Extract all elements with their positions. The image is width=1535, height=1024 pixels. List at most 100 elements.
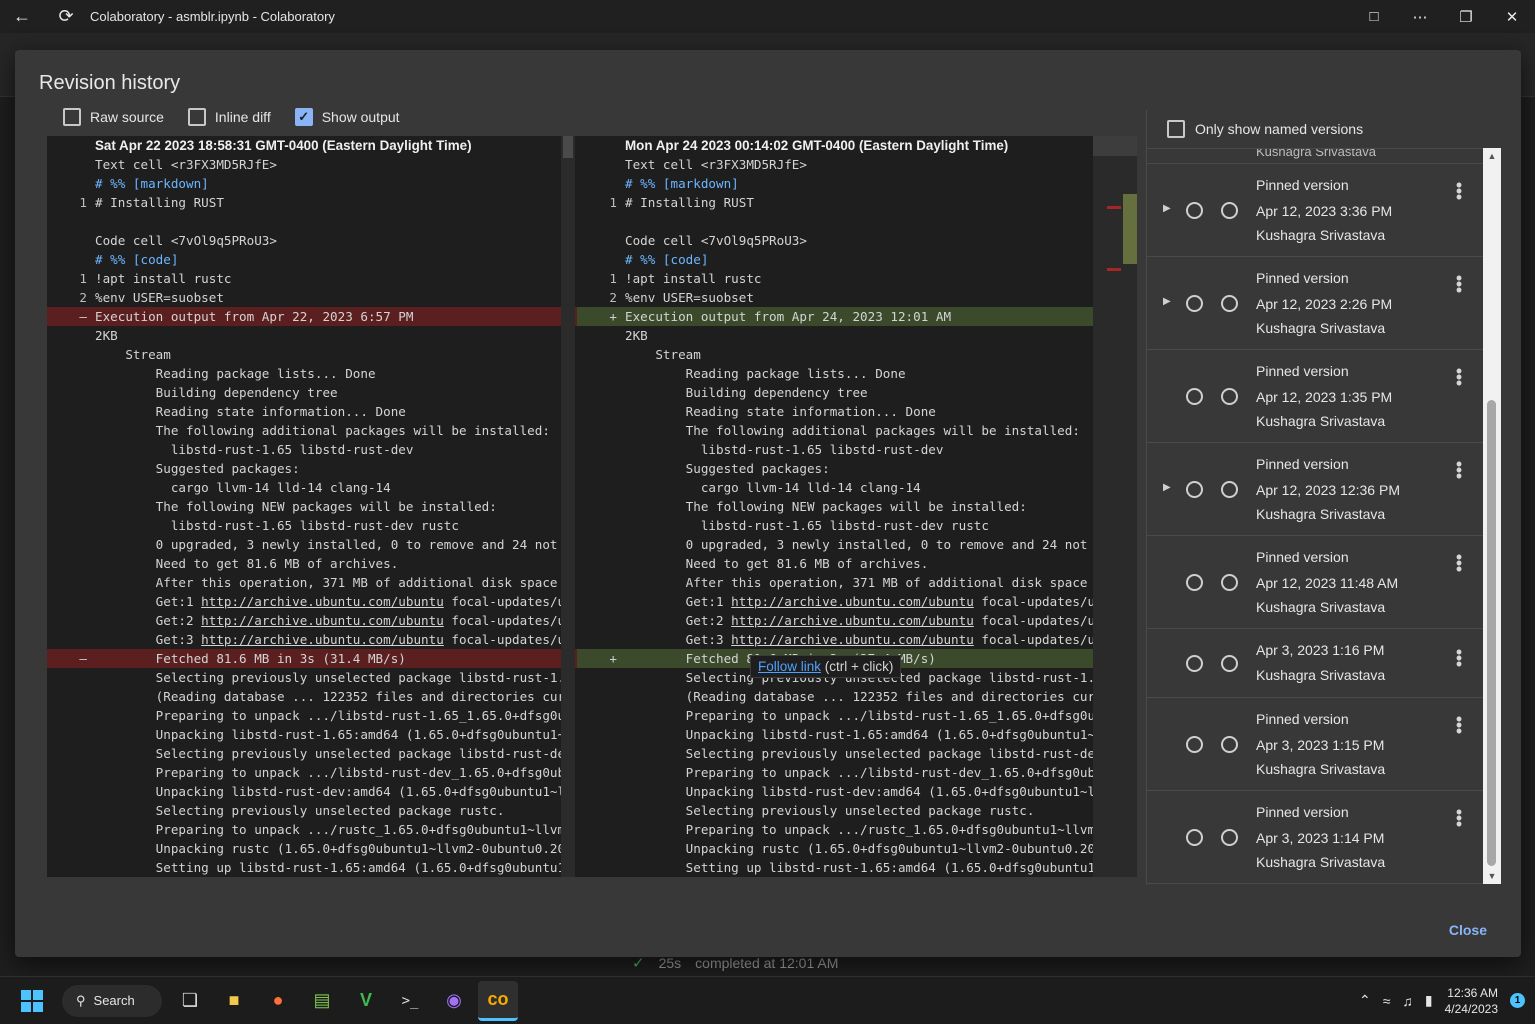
inline-diff-checkbox[interactable]	[187, 108, 206, 126]
version-item[interactable]: Pinned version Apr 3, 2023 1:15 PM Kushagr…	[1147, 698, 1483, 791]
inline-diff-option[interactable]: Inline diff	[187, 108, 271, 126]
compare-radio-b[interactable]	[1221, 388, 1238, 405]
version-item[interactable]: Pinned version Apr 12, 2023 1:35 PM Kushag…	[1147, 350, 1483, 443]
expand-arrow-icon[interactable]: ▶	[1163, 296, 1171, 307]
battery-icon[interactable]: ▮	[1425, 992, 1433, 1009]
taskbar-search[interactable]: ⚲ Search	[62, 984, 162, 1017]
left-diff-pane[interactable]: Sat Apr 22 2023 18:58:31 GMT-0400 (Easte…	[47, 136, 577, 877]
version-item[interactable]: ▶ Pinned version Apr 12, 2023 3:36 PM Kusha…	[1147, 164, 1483, 257]
compare-radio-a[interactable]	[1186, 388, 1203, 405]
versions-scroll-thumb[interactable]	[1487, 400, 1496, 866]
line-text: cargo llvm-14 lld-14 clang-14	[625, 480, 921, 495]
diff-line: Reading state information... Done	[47, 402, 577, 421]
compare-radio-a[interactable]	[1186, 481, 1203, 498]
show-output-option[interactable]: ✓ Show output	[294, 108, 400, 126]
more-vert-icon[interactable]: • • •	[1453, 643, 1465, 673]
version-item[interactable]: Pinned version Apr 3, 2023 1:14 PM Kushagr…	[1147, 791, 1483, 884]
more-vert-icon[interactable]: • • •	[1453, 455, 1465, 485]
version-item[interactable]: ▶ Pinned version Apr 12, 2023 2:26 PM Kusha…	[1147, 257, 1483, 350]
window-title: Colaboratory - asmblr.ipynb - Colaborato…	[90, 9, 335, 24]
close-button[interactable]: Close	[1449, 922, 1487, 938]
more-vert-icon[interactable]: • • •	[1453, 548, 1465, 578]
scroll-up-icon[interactable]: ▲	[1483, 151, 1501, 161]
refresh-icon[interactable]: ⟳	[44, 0, 88, 33]
github-icon[interactable]: ◉	[434, 981, 474, 1021]
task-view-icon[interactable]: ❏	[170, 981, 210, 1021]
archive-link[interactable]: http://archive.ubuntu.com/ubuntu	[201, 613, 444, 628]
vim-icon[interactable]: V	[346, 981, 386, 1021]
version-item[interactable]: Apr 3, 2023 1:16 PM Kushagra Srivastava • •…	[1147, 629, 1483, 698]
compare-radio-b[interactable]	[1221, 829, 1238, 846]
only-named-checkbox[interactable]	[1167, 120, 1185, 138]
wifi-icon[interactable]: ≈	[1383, 993, 1391, 1009]
compare-radio-a[interactable]	[1186, 829, 1203, 846]
line-text: Get:1 http://archive.ubuntu.com/ubuntu f…	[95, 594, 573, 609]
raw-source-checkbox[interactable]	[63, 108, 81, 126]
compare-radio-a[interactable]	[1186, 574, 1203, 591]
diff-line: (Reading database ... 122352 files and d…	[47, 687, 577, 706]
compare-radio-b[interactable]	[1221, 574, 1238, 591]
compare-radio-a[interactable]	[1186, 655, 1203, 672]
follow-link[interactable]: Follow link	[758, 659, 821, 674]
diff-line: Setting up libstd-rust-1.65:amd64 (1.65.…	[577, 858, 1107, 877]
archive-link[interactable]: http://archive.ubuntu.com/ubuntu	[731, 632, 974, 647]
more-icon[interactable]: ⋯	[1397, 0, 1443, 33]
more-vert-icon[interactable]: • • •	[1453, 176, 1465, 206]
compare-radio-a[interactable]	[1186, 736, 1203, 753]
more-vert-icon[interactable]: • • •	[1453, 362, 1465, 392]
compare-radio-a[interactable]	[1186, 202, 1203, 219]
diff-overview-ruler[interactable]	[1093, 136, 1137, 877]
more-vert-icon[interactable]: • • •	[1453, 803, 1465, 833]
more-vert-icon[interactable]: • • •	[1453, 710, 1465, 740]
terminal-icon[interactable]: >_	[390, 981, 430, 1021]
diff-line: After this operation, 371 MB of addition…	[577, 573, 1107, 592]
versions-list[interactable]: Kushagra Srivastava ▶ Pinned version Apr 1…	[1147, 148, 1483, 884]
close-icon[interactable]: ✕	[1489, 0, 1535, 33]
compare-radio-b[interactable]	[1221, 736, 1238, 753]
version-item-partial[interactable]: Kushagra Srivastava	[1147, 149, 1483, 164]
notification-badge[interactable]: 1	[1510, 993, 1525, 1008]
left-pane-scrollbar[interactable]	[561, 136, 575, 877]
more-vert-icon[interactable]: • • •	[1453, 269, 1465, 299]
scroll-down-icon[interactable]: ▼	[1483, 871, 1501, 881]
version-item[interactable]: ▶ Pinned version Apr 12, 2023 12:36 PM Kush…	[1147, 443, 1483, 536]
notepad-icon[interactable]: ▤	[302, 981, 342, 1021]
version-item[interactable]: Pinned version Apr 12, 2023 11:48 AM Kusha…	[1147, 536, 1483, 629]
compare-radio-b[interactable]	[1221, 202, 1238, 219]
clock[interactable]: 12:36 AM 4/24/2023	[1445, 985, 1498, 1017]
compare-radio-b[interactable]	[1221, 295, 1238, 312]
colab-icon[interactable]: co	[478, 980, 518, 1021]
show-output-checkbox[interactable]: ✓	[294, 108, 313, 126]
line-text: 0 upgraded, 3 newly installed, 0 to remo…	[625, 537, 1103, 552]
archive-link[interactable]: http://archive.ubuntu.com/ubuntu	[731, 594, 974, 609]
volume-icon[interactable]: ♫	[1402, 993, 1413, 1009]
file-explorer-icon[interactable]: ■	[214, 981, 254, 1021]
diff-line	[577, 212, 1107, 231]
compare-radio-b[interactable]	[1221, 655, 1238, 672]
line-text: # %% [markdown]	[625, 176, 739, 191]
archive-link[interactable]: http://archive.ubuntu.com/ubuntu	[201, 594, 444, 609]
line-gutter: 1	[79, 271, 87, 286]
expand-arrow-icon[interactable]: ▶	[1163, 482, 1171, 493]
chevron-up-icon[interactable]: ⌃	[1359, 992, 1371, 1009]
raw-source-option[interactable]: Raw source	[63, 108, 164, 126]
left-scroll-thumb[interactable]	[563, 136, 573, 158]
version-date: Apr 3, 2023 1:15 PM	[1256, 737, 1385, 753]
firefox-icon[interactable]: ●	[258, 981, 298, 1021]
archive-link[interactable]: http://archive.ubuntu.com/ubuntu	[201, 632, 444, 647]
right-diff-pane[interactable]: Mon Apr 24 2023 00:14:02 GMT-0400 (Easte…	[577, 136, 1107, 877]
status-duration: 25s	[658, 955, 682, 971]
line-text: libstd-rust-1.65 libstd-rust-dev	[625, 442, 944, 457]
versions-scrollbar[interactable]: ▲ ▼	[1483, 148, 1501, 884]
ruler-deleted-marker	[1107, 268, 1121, 271]
archive-link[interactable]: http://archive.ubuntu.com/ubuntu	[731, 613, 974, 628]
start-button[interactable]	[12, 981, 52, 1021]
back-arrow-icon[interactable]: ←	[0, 0, 44, 33]
expand-arrow-icon[interactable]: ▶	[1163, 203, 1171, 214]
compare-radio-a[interactable]	[1186, 295, 1203, 312]
line-text: Unpacking libstd-rust-dev:amd64 (1.65.0+…	[625, 784, 1103, 799]
cast-icon[interactable]: □	[1351, 0, 1397, 33]
only-named-option[interactable]: Only show named versions	[1167, 120, 1363, 138]
compare-radio-b[interactable]	[1221, 481, 1238, 498]
restore-icon[interactable]: ❐	[1443, 0, 1489, 33]
